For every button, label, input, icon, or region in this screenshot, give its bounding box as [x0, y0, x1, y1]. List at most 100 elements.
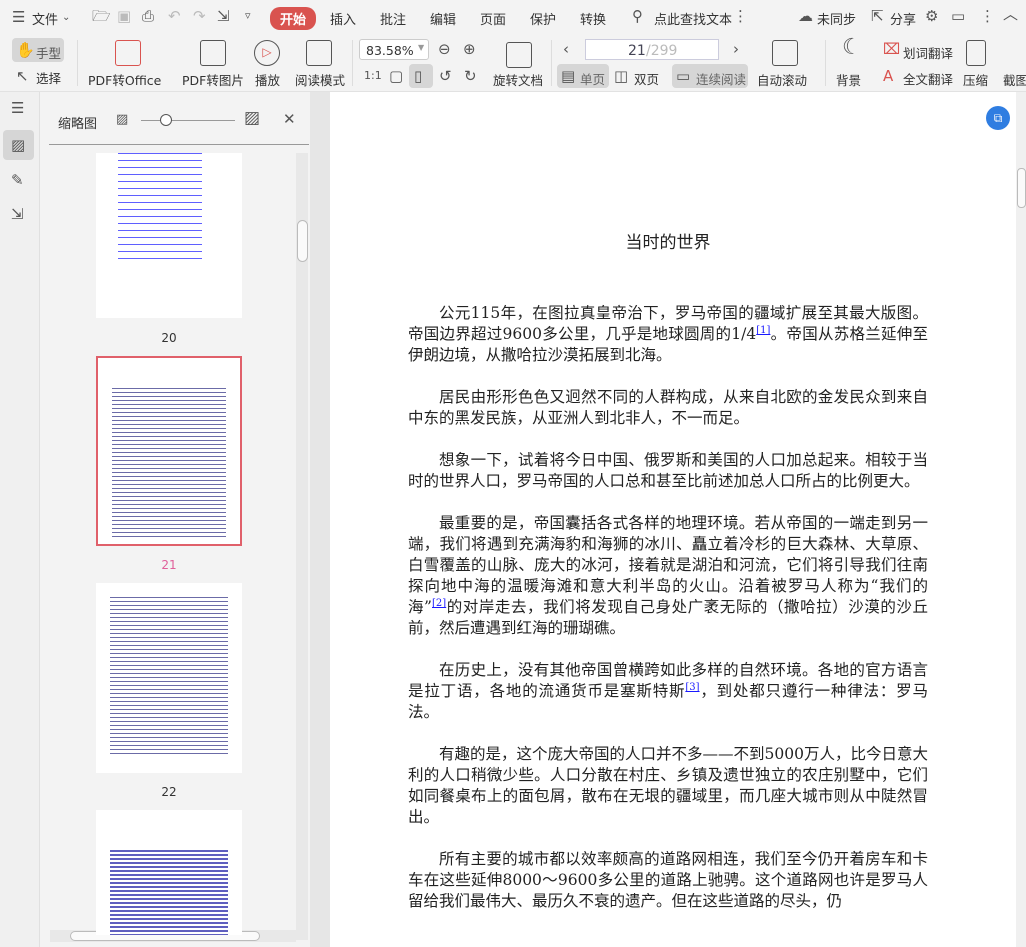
compress-button[interactable]: 压缩	[963, 70, 988, 89]
fit-page-icon[interactable]: ▢	[389, 68, 403, 84]
screenshot-button[interactable]: 截图	[1003, 70, 1026, 89]
redo-icon[interactable]: ↷	[193, 8, 206, 24]
auto-scroll-button[interactable]: 自动滚动	[757, 70, 807, 89]
zoom-select[interactable]: 83.58% ▼	[359, 39, 429, 60]
large-image-icon[interactable]: ▨	[244, 110, 260, 127]
feedback-icon[interactable]: ▭	[951, 8, 965, 24]
sync-status[interactable]: 未同步	[817, 9, 856, 28]
prev-page-icon[interactable]: ‹	[563, 41, 569, 57]
fit-width-button[interactable]: ▯	[409, 64, 433, 88]
next-page-icon[interactable]: ›	[733, 41, 739, 57]
thumbnail-page-20[interactable]	[96, 153, 242, 318]
more-icon[interactable]: ⋮	[980, 8, 995, 24]
rotate-doc-icon	[506, 42, 532, 68]
share-icon: ⇱	[871, 7, 884, 25]
thumbnail-page-21[interactable]	[96, 356, 242, 546]
pen-icon[interactable]: ✎	[11, 172, 24, 188]
moon-icon: ☾	[842, 35, 862, 60]
background-button[interactable]: 背景	[836, 70, 861, 89]
double-page-button[interactable]: 双页	[634, 69, 659, 88]
collapse-ribbon-icon[interactable]: ︿	[1003, 6, 1018, 22]
gear-icon[interactable]: ⚙	[925, 8, 938, 24]
actual-size-icon[interactable]: 1:1	[364, 68, 382, 84]
select-label: 选择	[36, 71, 62, 86]
footnote-link[interactable]: [2]	[432, 598, 446, 609]
paragraph: 有趣的是，这个庞大帝国的人口并不多——不到5000万人，比今日意大利的人口稍微少…	[408, 744, 928, 828]
more-vertical-icon[interactable]: ⋮	[733, 8, 748, 24]
chevron-down-icon[interactable]: ⌄	[62, 10, 70, 26]
footnote-link[interactable]: [1]	[756, 325, 770, 336]
image-icon	[200, 40, 226, 66]
search-input[interactable]: 点此查找文本	[654, 9, 732, 28]
hand-icon: ✋	[16, 41, 35, 59]
continuous-label: 连续阅读	[696, 72, 747, 87]
pdf-to-image-button[interactable]: PDF转图片	[182, 70, 244, 89]
zoom-out-icon[interactable]: ⊖	[438, 41, 451, 57]
single-page-icon: ▤	[561, 67, 576, 85]
more-dropdown-icon[interactable]: ▿	[245, 8, 251, 24]
scrollbar-thumb[interactable]	[297, 220, 308, 262]
panel-scrollbar[interactable]	[296, 153, 308, 940]
open-folder-icon[interactable]: 🗁	[92, 8, 111, 24]
continuous-read-button[interactable]: ▭ 连续阅读	[672, 64, 748, 88]
footnote-link[interactable]: [3]	[685, 682, 699, 693]
tab-protect[interactable]: 保护	[530, 9, 556, 28]
file-menu[interactable]: 文件	[32, 9, 58, 28]
rotate-doc-button[interactable]: 旋转文档	[493, 70, 543, 89]
document-scrollbar[interactable]	[1016, 92, 1026, 947]
tab-start[interactable]: 开始	[270, 7, 317, 30]
select-tool-button[interactable]: ↖ 选择	[16, 66, 66, 86]
panel-title: 缩略图	[58, 117, 98, 132]
word-translate-icon: ⌧	[883, 40, 901, 58]
page-label-20: 20	[161, 331, 177, 345]
outline-icon[interactable]: ☰	[11, 100, 24, 116]
export-word-icon[interactable]: ⇲	[217, 8, 230, 24]
tab-insert[interactable]: 插入	[330, 9, 356, 28]
tab-edit[interactable]: 编辑	[430, 9, 456, 28]
slider-handle[interactable]	[160, 114, 172, 126]
single-page-label: 单页	[580, 72, 606, 87]
page-number-input[interactable]: 21 /299	[585, 39, 719, 60]
document-page: ⧉ 当时的世界 公元115年，在图拉真皇帝治下，罗马帝国的疆域扩展至其最大版图。…	[330, 92, 1016, 947]
tab-annotate[interactable]: 批注	[380, 9, 406, 28]
read-mode-button[interactable]: 阅读模式	[295, 70, 345, 89]
floating-tool-icon[interactable]: ⧉	[986, 106, 1010, 130]
hand-tool-button[interactable]: ✋ 手型	[12, 38, 64, 62]
thumbnail-page-23[interactable]	[96, 810, 242, 935]
continuous-icon: ▭	[676, 67, 691, 85]
close-icon[interactable]: ✕	[283, 111, 296, 127]
play-button[interactable]: 播放	[255, 70, 280, 89]
total-pages: /299	[646, 43, 678, 59]
print-icon[interactable]: ⎙	[142, 8, 154, 24]
undo-icon[interactable]: ↶	[168, 8, 181, 24]
full-translate-button[interactable]: 全文翻译	[903, 69, 953, 88]
para-text: 所有主要的城市都以效率颇高的道路网相连，我们至今仍开着房车和卡车在这些延伸800…	[408, 850, 928, 910]
hamburger-icon[interactable]: ☰	[12, 9, 25, 25]
thumb-size-slider[interactable]	[141, 120, 235, 121]
paragraph: 想象一下，试着将今日中国、俄罗斯和美国的人口加总起来。相较于当时的世界人口，罗马…	[408, 450, 928, 492]
word-translate-button[interactable]: 划词翻译	[903, 43, 953, 62]
small-image-icon[interactable]: ▨	[116, 112, 128, 128]
rotate-right-icon[interactable]: ↻	[464, 68, 477, 84]
gutter	[310, 92, 330, 947]
save-icon[interactable]: ▣	[117, 8, 131, 24]
chevron-down-icon: ▼	[418, 43, 425, 52]
play-icon: ▷	[254, 40, 280, 66]
rotate-left-icon[interactable]: ↺	[439, 68, 452, 84]
export-icon[interactable]: ⇲	[11, 206, 24, 222]
single-page-button[interactable]: ▤ 单页	[557, 64, 609, 88]
tab-convert[interactable]: 转换	[580, 9, 606, 28]
zoom-in-icon[interactable]: ⊕	[463, 41, 476, 57]
menu-bar: ☰ 文件 ⌄ 🗁 ▣ ⎙ ↶ ↷ ⇲ ▿ 开始 插入 批注 编辑 页面 保护 转…	[0, 0, 1026, 34]
tab-page[interactable]: 页面	[480, 9, 506, 28]
thumbnail-page-22[interactable]	[96, 583, 242, 773]
paragraph: 在历史上，没有其他帝国曾横跨如此多样的自然环境。各地的官方语言是拉丁语，各地的流…	[408, 660, 928, 723]
page-label-22: 22	[161, 785, 177, 799]
scrollbar-thumb[interactable]	[1017, 168, 1026, 208]
pdf-to-office-button[interactable]: PDF转Office	[88, 70, 161, 89]
para-text: 想象一下，试着将今日中国、俄罗斯和美国的人口加总起来。相较于当时的世界人口，罗马…	[408, 451, 928, 490]
thumbnail-tab[interactable]: ▨	[3, 130, 34, 160]
page-title: 当时的世界	[625, 233, 711, 253]
cloud-icon: ☁	[798, 7, 813, 25]
share-button[interactable]: 分享	[890, 9, 916, 28]
